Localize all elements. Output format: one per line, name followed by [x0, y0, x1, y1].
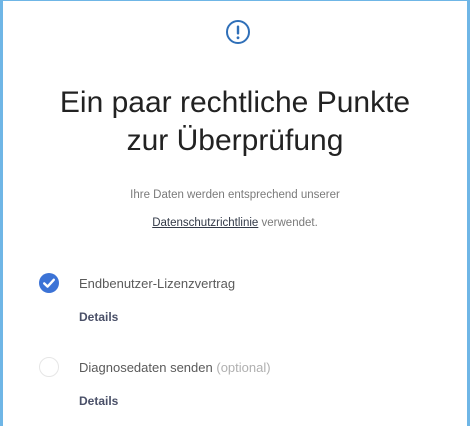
title-line-2: zur Überprüfung — [126, 124, 344, 157]
optional-badge: (optional) — [216, 360, 271, 375]
title-line-1: Ein paar rechtliche Punkte — [59, 86, 411, 119]
intro-text: Ihre Daten werden entsprechend unserer D… — [3, 181, 467, 237]
checkbox-diagnostics[interactable] — [39, 357, 59, 377]
privacy-policy-link[interactable]: Datenschutzrichtlinie — [152, 217, 258, 229]
diagnostics-label-text: Diagnosedaten senden — [79, 360, 213, 375]
dialog-panel: Ein paar rechtliche Punkte zur Überprüfu… — [0, 0, 470, 426]
page-title: Ein paar rechtliche Punkte zur Überprüfu… — [3, 84, 467, 160]
checkbox-eula[interactable] — [39, 273, 59, 293]
intro-line-1: Ihre Daten werden entsprechend unserer — [130, 189, 340, 201]
eula-details-link[interactable]: Details — [79, 310, 118, 324]
info-icon — [226, 20, 250, 44]
checkmark-icon — [43, 278, 55, 288]
eula-label: Endbenutzer-Lizenzvertrag — [79, 276, 236, 291]
diagnostics-details-link[interactable]: Details — [79, 394, 118, 408]
diagnostics-label: Diagnosedaten senden (optional) — [79, 360, 271, 375]
intro-line-2-suffix: verwendet. — [258, 217, 318, 229]
intro-line-2: Datenschutzrichtlinie verwendet. — [3, 209, 467, 237]
